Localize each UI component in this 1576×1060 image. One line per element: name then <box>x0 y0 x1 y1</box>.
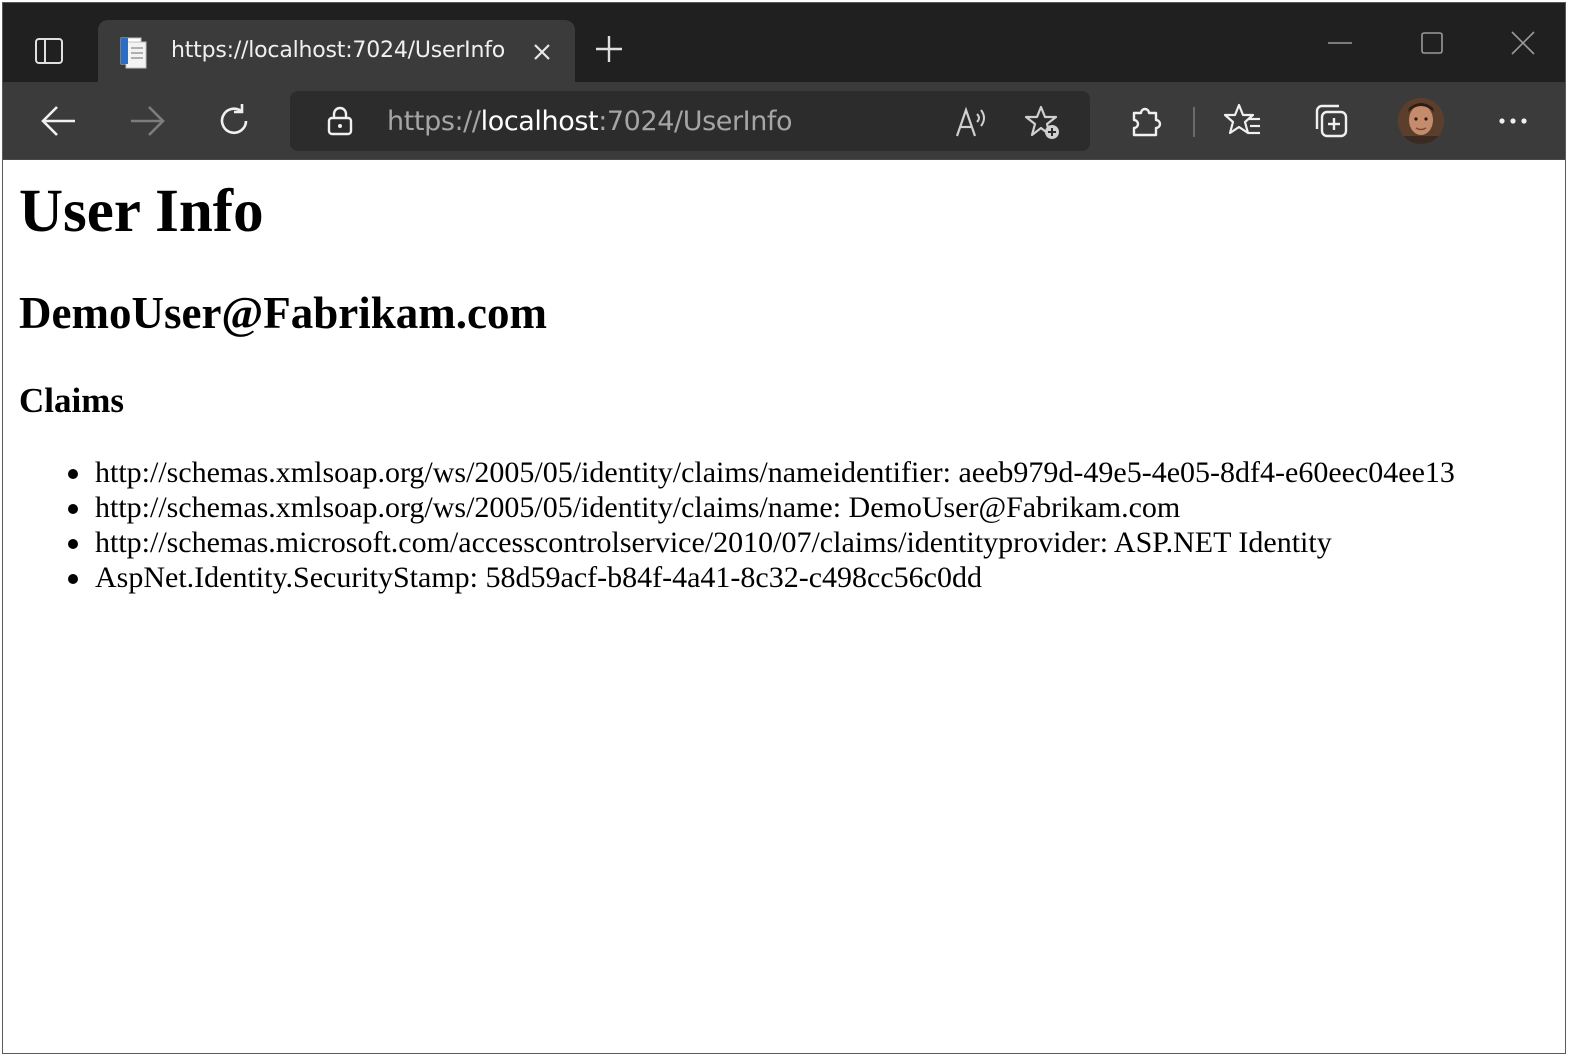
url-host: localhost <box>480 106 599 137</box>
claims-list: http://schemas.xmlsoap.org/ws/2005/05/id… <box>68 455 1455 595</box>
address-url[interactable]: https://localhost:7024/UserInfo <box>387 106 793 137</box>
list-item: http://schemas.microsoft.com/accesscontr… <box>68 525 1455 560</box>
minimize-icon[interactable] <box>1317 23 1363 63</box>
arrow-left-icon[interactable] <box>38 100 80 142</box>
list-item: AspNet.Identity.SecurityStamp: 58d59acf-… <box>68 560 1455 595</box>
read-aloud-icon[interactable] <box>954 105 990 139</box>
close-window-icon[interactable] <box>1500 23 1546 63</box>
active-tab[interactable]: https://localhost:7024/UserInfo <box>98 20 575 82</box>
arrow-right-icon[interactable] <box>126 100 168 142</box>
lock-icon[interactable] <box>326 106 354 136</box>
page-icon <box>118 35 152 69</box>
puzzle-icon[interactable] <box>1125 100 1167 142</box>
browser-window: https://localhost:7024/UserInfo https://… <box>2 2 1566 1054</box>
tab-title: https://localhost:7024/UserInfo <box>171 38 506 63</box>
tab-strip: https://localhost:7024/UserInfo <box>3 3 1565 82</box>
url-scheme: https:// <box>387 106 481 137</box>
page-content: User Info DemoUser@Fabrikam.com Claims h… <box>3 160 1565 1053</box>
close-tab-icon[interactable] <box>528 38 556 66</box>
collections-icon[interactable] <box>1310 100 1352 142</box>
favorites-icon[interactable] <box>1222 100 1264 142</box>
claims-heading: Claims <box>19 381 124 420</box>
avatar[interactable] <box>1398 98 1444 144</box>
more-icon[interactable] <box>1492 100 1534 142</box>
user-name-heading: DemoUser@Fabrikam.com <box>19 288 547 338</box>
list-item: http://schemas.xmlsoap.org/ws/2005/05/id… <box>68 490 1455 525</box>
list-item: http://schemas.xmlsoap.org/ws/2005/05/id… <box>68 456 1455 489</box>
address-bar[interactable]: https://localhost:7024/UserInfo <box>290 91 1090 151</box>
browser-toolbar: https://localhost:7024/UserInfo <box>3 82 1565 160</box>
refresh-icon[interactable] <box>213 100 255 142</box>
page-title: User Info <box>19 178 264 245</box>
toolbar-divider <box>1193 107 1195 137</box>
maximize-icon[interactable] <box>1409 23 1455 63</box>
star-plus-icon[interactable] <box>1024 105 1062 141</box>
url-path: :7024/UserInfo <box>598 106 793 137</box>
new-tab-icon[interactable] <box>591 31 627 67</box>
tab-actions-icon[interactable] <box>29 31 69 71</box>
